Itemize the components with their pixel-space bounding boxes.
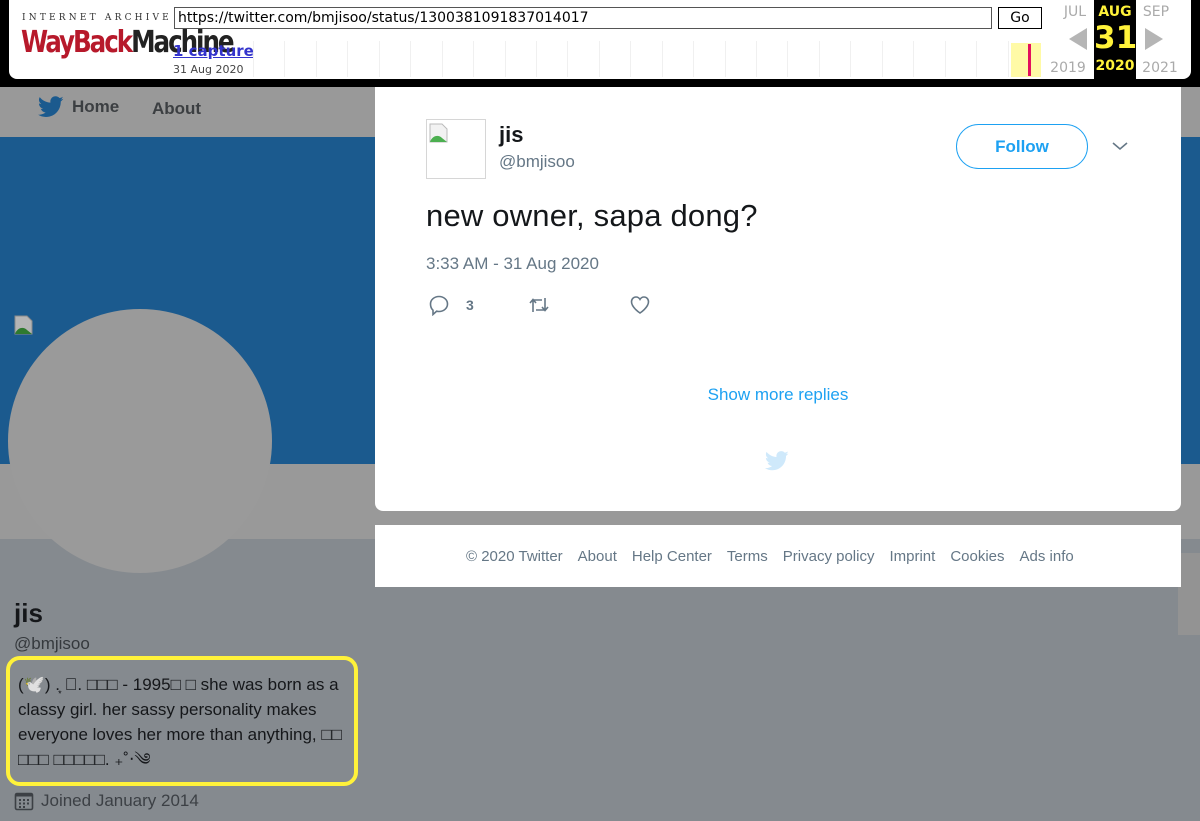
- profile-handle[interactable]: @bmjisoo: [14, 634, 90, 654]
- tweet-permalink-modal: jis @bmjisoo Follow new owner, sapa dong…: [375, 82, 1181, 511]
- reply-icon: [429, 295, 449, 316]
- tweet-author-avatar[interactable]: [426, 119, 486, 179]
- reply-count: 3: [466, 297, 474, 313]
- footer-link-cookies[interactable]: Cookies: [950, 548, 1004, 565]
- captures-count-link[interactable]: 1 capture: [173, 42, 254, 60]
- heart-icon: [630, 296, 650, 314]
- footer-copyright: © 2020 Twitter: [466, 547, 563, 565]
- show-more-replies-link[interactable]: Show more replies: [375, 385, 1181, 405]
- calendar-icon: [14, 792, 34, 811]
- next-month-label[interactable]: SEP: [1136, 4, 1176, 20]
- retweet-icon: [529, 298, 549, 312]
- tweet-timestamp[interactable]: 3:33 AM - 31 Aug 2020: [426, 254, 599, 274]
- sparkline-current-year: [1011, 43, 1041, 77]
- next-capture-arrow-icon[interactable]: [1145, 28, 1163, 50]
- wayback-logo-wayback: WayBack: [21, 25, 133, 60]
- site-footer: © 2020 Twitter About Help Center Terms P…: [375, 525, 1181, 587]
- tweet-author-name[interactable]: jis: [499, 122, 523, 148]
- current-capture-date: AUG 31 2020: [1094, 0, 1138, 79]
- prev-capture-arrow-icon[interactable]: [1069, 28, 1087, 50]
- captures-date-range: 31 Aug 2020: [173, 63, 244, 76]
- twitter-bird-loading-icon: [765, 451, 789, 471]
- current-day: 31: [1094, 20, 1138, 56]
- profile-joined-date: Joined January 2014: [14, 791, 199, 811]
- profile-bio-highlight: (🕊️) .͙ ⃟. □□□ - 1995□ □ she was born as…: [6, 656, 358, 786]
- like-button[interactable]: [629, 294, 651, 316]
- footer-link-terms[interactable]: Terms: [727, 548, 768, 565]
- broken-image-icon: [14, 315, 33, 335]
- tweet-text: new owner, sapa dong?: [426, 198, 758, 233]
- scrollbar-track[interactable]: [1178, 553, 1200, 635]
- follow-button[interactable]: Follow: [956, 124, 1088, 169]
- retweet-button[interactable]: [528, 294, 550, 316]
- capture-sparkline[interactable]: [253, 41, 1039, 77]
- nav-home-link[interactable]: Home: [38, 96, 119, 118]
- nav-home-label: Home: [72, 97, 120, 116]
- next-year-label[interactable]: 2021: [1137, 60, 1183, 76]
- profile-avatar[interactable]: [8, 309, 272, 573]
- twitter-bird-icon: [38, 96, 64, 117]
- wayback-go-button[interactable]: Go: [998, 7, 1042, 29]
- reply-button[interactable]: 3: [428, 294, 474, 316]
- footer-link-privacy-policy[interactable]: Privacy policy: [783, 548, 875, 565]
- internet-archive-label: INTERNET ARCHIVE: [22, 13, 172, 23]
- footer-link-imprint[interactable]: Imprint: [889, 548, 935, 565]
- sparkline-capture-marker: [1028, 44, 1031, 76]
- broken-image-icon: [429, 123, 448, 143]
- prev-month-label[interactable]: JUL: [1055, 4, 1095, 20]
- current-month: AUG: [1098, 4, 1132, 20]
- chevron-down-icon[interactable]: [1111, 140, 1129, 152]
- joined-text: Joined January 2014: [41, 791, 199, 810]
- footer-link-help-center[interactable]: Help Center: [632, 548, 712, 565]
- wayback-url-input[interactable]: [174, 7, 992, 29]
- tweet-author-handle[interactable]: @bmjisoo: [499, 152, 575, 172]
- profile-name: jis: [14, 598, 43, 628]
- wayback-toolbar: INTERNET ARCHIVE WayBackMachine Go 1 cap…: [0, 0, 1200, 87]
- nav-about-link[interactable]: About: [152, 99, 201, 119]
- profile-bio: (🕊️) .͙ ⃟. □□□ - 1995□ □ she was born as…: [18, 675, 342, 769]
- footer-link-about[interactable]: About: [578, 548, 617, 565]
- current-year: 2020: [1095, 58, 1135, 74]
- prev-year-label[interactable]: 2019: [1045, 60, 1091, 76]
- footer-link-ads-info[interactable]: Ads info: [1020, 548, 1074, 565]
